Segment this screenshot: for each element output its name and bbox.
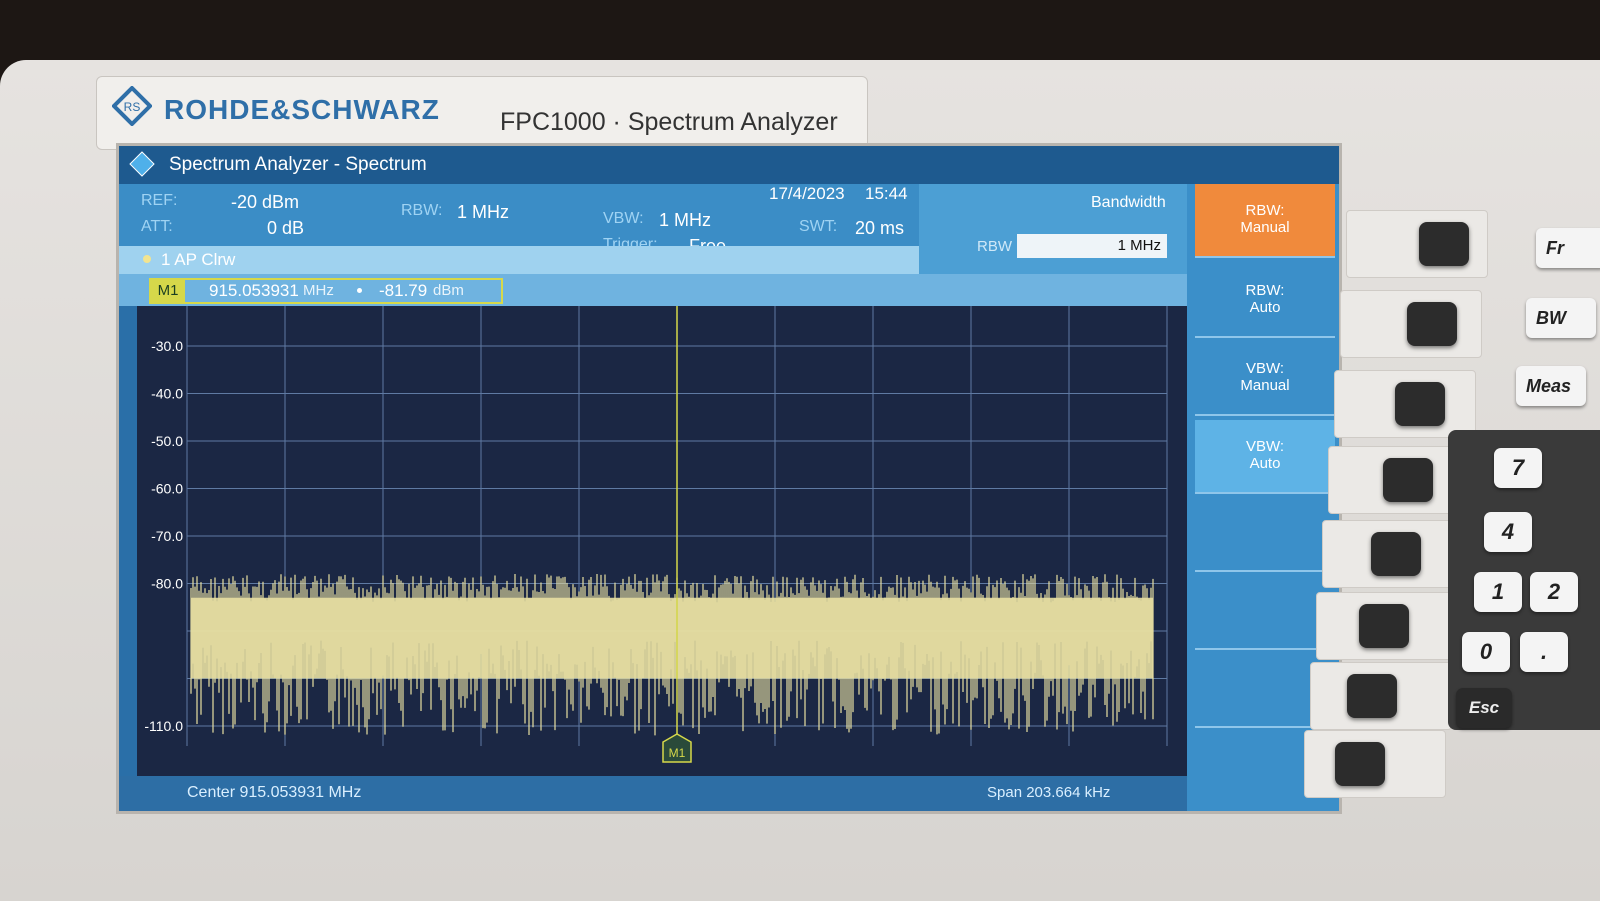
- ref-label: REF:: [141, 192, 178, 209]
- hw-softkey-1[interactable]: [1419, 222, 1469, 266]
- marker-level: -81.79: [379, 281, 428, 300]
- frequency-key[interactable]: Fr: [1536, 228, 1600, 268]
- key-4[interactable]: 4: [1484, 512, 1532, 552]
- marker-readout: M1 915.053931 MHz -81.79 dBm: [119, 274, 1187, 306]
- marker-level-unit: dBm: [433, 282, 464, 299]
- key-decimal[interactable]: .: [1520, 632, 1568, 672]
- softkey-rbw-auto[interactable]: RBW: Auto: [1195, 264, 1335, 338]
- hw-softkey-3[interactable]: [1395, 382, 1445, 426]
- title-bar: Spectrum Analyzer - Spectrum: [119, 146, 1339, 184]
- marker-frequency-unit: MHz: [303, 282, 334, 299]
- softkey-rbw-manual[interactable]: RBW: Manual: [1195, 184, 1335, 258]
- spectrum-svg: -30.0 -40.0 -50.0 -60.0 -70.0 -80.0 -110.0 M1: [144, 306, 1168, 763]
- time: 15:44: [865, 184, 908, 203]
- marker-flag-label: M1: [669, 746, 686, 760]
- trace-label: 1 AP Clrw: [161, 250, 236, 269]
- softkey-line1: VBW:: [1245, 360, 1285, 377]
- y-tick-label: -50.0: [151, 433, 183, 449]
- att-label: ATT:: [141, 218, 173, 235]
- window-title: Spectrum Analyzer - Spectrum: [169, 154, 427, 175]
- bandwidth-title: Bandwidth: [1091, 194, 1166, 211]
- hw-softkey-7[interactable]: [1347, 674, 1397, 718]
- key-2[interactable]: 2: [1530, 572, 1578, 612]
- ref-value[interactable]: -20 dBm: [231, 192, 299, 213]
- softkey-empty[interactable]: [1195, 576, 1335, 650]
- softkey-hw-slot: [1346, 210, 1488, 278]
- trace-info: 1 AP Clrw: [119, 246, 919, 276]
- key-0[interactable]: 0: [1462, 632, 1510, 672]
- span[interactable]: Span 203.664 kHz: [987, 784, 1110, 801]
- softkey-hw-slot: [1340, 290, 1482, 358]
- separator-dot-icon: [357, 288, 362, 293]
- softkey-line1: RBW:: [1245, 282, 1285, 299]
- softkey-hw-slot: [1334, 370, 1476, 438]
- rs-logo-icon: RS: [112, 86, 152, 126]
- model-name: FPC1000 · Spectrum Analyzer: [500, 108, 838, 136]
- softkey-hw-slot: [1304, 730, 1446, 798]
- swt-value[interactable]: 20 ms: [855, 218, 904, 239]
- y-tick-label: -110.0: [144, 718, 183, 734]
- y-tick-label: -60.0: [151, 481, 183, 497]
- rbw-value[interactable]: 1 MHz: [457, 202, 509, 223]
- marker-box[interactable]: M1 915.053931 MHz -81.79 dBm: [149, 278, 503, 304]
- rbw-input[interactable]: 1 MHz: [1017, 234, 1167, 258]
- softkey-line2: Auto: [1249, 299, 1281, 316]
- softkey-vbw-auto[interactable]: VBW: Auto: [1195, 420, 1335, 494]
- softkey-line2: Auto: [1249, 455, 1281, 472]
- softkey-line2: Manual: [1240, 219, 1290, 236]
- hw-softkey-8[interactable]: [1335, 742, 1385, 786]
- key-7[interactable]: 7: [1494, 448, 1542, 488]
- trace-dot-icon: [143, 255, 151, 263]
- y-tick-label: -80.0: [151, 576, 183, 592]
- att-value[interactable]: 0 dB: [267, 218, 304, 239]
- screen: Spectrum Analyzer - Spectrum REF: -20 dB…: [116, 143, 1342, 814]
- app-logo-icon: [129, 151, 155, 177]
- hw-softkey-4[interactable]: [1383, 458, 1433, 502]
- hw-softkey-6[interactable]: [1359, 604, 1409, 648]
- spectrum-plot[interactable]: -30.0 -40.0 -50.0 -60.0 -70.0 -80.0 -110.0 M1: [137, 306, 1187, 786]
- key-1[interactable]: 1: [1474, 572, 1522, 612]
- vbw-value[interactable]: 1 MHz: [659, 210, 711, 231]
- y-tick-label: -40.0: [151, 386, 183, 402]
- y-tick-label: -70.0: [151, 528, 183, 544]
- softkey-hw-slot: [1322, 520, 1464, 588]
- softkey-line1: VBW:: [1245, 438, 1285, 455]
- softkey-hw-slot: [1310, 662, 1452, 730]
- hw-softkey-5[interactable]: [1371, 532, 1421, 576]
- softkey-vbw-manual[interactable]: VBW: Manual: [1195, 342, 1335, 416]
- marker-tag: M1: [151, 280, 185, 302]
- rbw-input-label: RBW: [977, 238, 1012, 255]
- svg-text:RS: RS: [124, 100, 141, 114]
- softkey-hw-slot: [1316, 592, 1458, 660]
- bandwidth-key[interactable]: BW: [1526, 298, 1596, 338]
- softkey-line2: Manual: [1240, 377, 1290, 394]
- rbw-label: RBW:: [401, 202, 443, 219]
- hw-softkey-2[interactable]: [1407, 302, 1457, 346]
- bandwidth-panel: Bandwidth RBW 1 MHz: [919, 184, 1187, 284]
- softkey-empty[interactable]: [1195, 498, 1335, 572]
- date: 17/4/2023: [769, 184, 845, 203]
- center-frequency[interactable]: Center 915.053931 MHz: [187, 784, 361, 802]
- softkey-line1: RBW:: [1245, 202, 1285, 219]
- brand-name: ROHDE&SCHWARZ: [164, 94, 440, 125]
- meas-key[interactable]: Meas: [1516, 366, 1586, 406]
- marker-frequency: 915.053931: [209, 281, 299, 300]
- swt-label: SWT:: [799, 218, 838, 235]
- y-tick-label: -30.0: [151, 338, 183, 354]
- plot-footer: Center 915.053931 MHz Span 203.664 kHz: [119, 776, 1187, 811]
- escape-key[interactable]: Esc: [1456, 688, 1512, 728]
- vbw-label: VBW:: [603, 210, 644, 227]
